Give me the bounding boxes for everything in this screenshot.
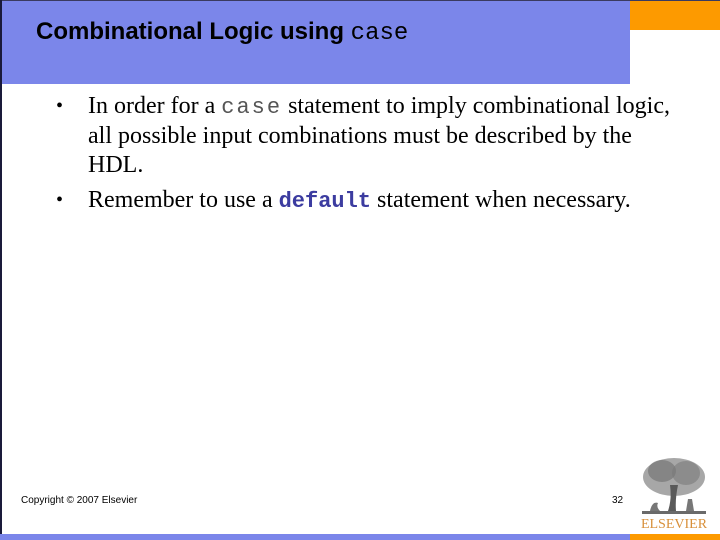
bullet-text: statement when necessary. bbox=[371, 187, 631, 213]
left-border-line bbox=[0, 0, 2, 536]
bullet-item: • Remember to use a default statement wh… bbox=[56, 186, 676, 216]
orange-accent-top bbox=[630, 1, 720, 30]
bullet-list: • In order for a case statement to imply… bbox=[56, 92, 676, 222]
elsevier-logo: ELSEVIER bbox=[640, 455, 708, 533]
code-keyword-case: case bbox=[221, 95, 283, 120]
slide-title-code: case bbox=[350, 20, 409, 47]
elsevier-tree-icon bbox=[640, 455, 708, 517]
bullet-text: Remember to use a bbox=[88, 187, 279, 213]
copyright-text: Copyright © 2007 Elsevier bbox=[21, 495, 138, 506]
bullet-dot-icon: • bbox=[56, 189, 64, 211]
slide-title: Combinational Logic using case bbox=[36, 18, 408, 47]
page-number: 32 bbox=[612, 495, 624, 506]
elsevier-wordmark: ELSEVIER bbox=[640, 517, 708, 532]
bullet-item: • In order for a case statement to imply… bbox=[56, 92, 676, 180]
code-keyword-default: default bbox=[278, 189, 372, 214]
bottom-bar-blue bbox=[0, 534, 630, 540]
slide-title-text: Combinational Logic using bbox=[36, 18, 351, 45]
bottom-bar-orange bbox=[630, 534, 720, 540]
bullet-dot-icon: • bbox=[56, 95, 64, 117]
slide: Combinational Logic using case • In orde… bbox=[0, 0, 720, 540]
top-border-line bbox=[0, 0, 720, 1]
bullet-text: In order for a bbox=[88, 93, 222, 119]
